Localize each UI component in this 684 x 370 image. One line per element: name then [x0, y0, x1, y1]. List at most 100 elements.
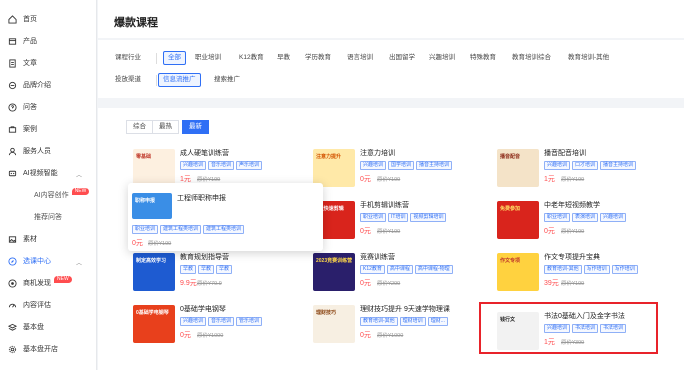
- sidebar-item-14[interactable]: 内容评估: [0, 294, 96, 316]
- filter-chip[interactable]: 职业培训: [190, 51, 226, 65]
- course-tag[interactable]: 早教: [216, 265, 233, 274]
- course-title: 工程师职称申报: [177, 195, 226, 202]
- sidebar-item-15[interactable]: 基本盘: [0, 316, 96, 338]
- filter-label: 课程行业: [115, 54, 141, 61]
- filter-chip[interactable]: 教育培训综合: [507, 51, 556, 65]
- course-tag[interactable]: 兴趣培训: [544, 324, 571, 333]
- course-tag[interactable]: 教育培训-其他: [544, 265, 582, 274]
- hover-course-card[interactable]: 职称申报 工程师职称申报 职业培训 建筑工程类培训 建筑工程类培训 0元 原价¥199: [128, 183, 323, 251]
- channel-chip[interactable]: 信息流推广: [158, 73, 201, 87]
- course-card[interactable]: 制定高效学习 教育规划指导营 早教 早教 早教 9.9元 原价¥79.9: [133, 251, 291, 299]
- case-icon: [8, 125, 17, 134]
- course-tag[interactable]: 兴趣培训: [180, 317, 207, 326]
- course-tag[interactable]: 管乐培训: [236, 317, 263, 326]
- course-tag[interactable]: 兴趣培训: [544, 161, 571, 170]
- course-tag[interactable]: 播音主持培训: [600, 161, 637, 170]
- course-tag[interactable]: 建筑工程类培训: [203, 225, 245, 234]
- sidebar-item-2[interactable]: 产品: [0, 30, 96, 52]
- thumbnail-text: 零基础: [136, 154, 152, 160]
- course-tag[interactable]: 书法培训: [572, 324, 599, 333]
- sidebar-item-8[interactable]: AI视频智能 ︿: [0, 162, 96, 184]
- chevron-up-icon[interactable]: ︿: [76, 258, 82, 267]
- original-price: 原价¥399: [561, 340, 585, 346]
- course-tag[interactable]: 兴趣培训: [600, 213, 627, 222]
- original-price: 原价¥299: [377, 281, 401, 287]
- course-tags: 职业培训 IT培训 视频剪辑培训: [360, 213, 447, 222]
- course-card[interactable]: 理财技巧 理财技巧提升 9天速学物理课 教育培训-其他 理财培训 理财... 0元 原价¥1…: [313, 303, 471, 351]
- course-tags: 兴趣培训 书法培训 书法培训: [544, 324, 627, 333]
- original-price: 原价¥199: [197, 177, 221, 183]
- course-tag[interactable]: 理财...: [427, 317, 448, 326]
- sort-tab[interactable]: 综合: [126, 120, 153, 134]
- course-tag[interactable]: 国学培训: [388, 161, 415, 170]
- sort-tab[interactable]: 最新: [182, 120, 209, 134]
- course-thumbnail: 作文专项: [497, 253, 539, 291]
- user-icon: [8, 147, 17, 156]
- course-tag[interactable]: 教育培训-其他: [360, 317, 398, 326]
- filter-chip[interactable]: 教育培训-其他: [563, 51, 614, 65]
- course-tag[interactable]: 书法培训: [600, 324, 627, 333]
- sidebar-item-label: 案例: [23, 126, 37, 133]
- course-tag[interactable]: 播音主持培训: [416, 161, 453, 170]
- course-tag[interactable]: 职业培训: [360, 213, 387, 222]
- sidebar-item-16[interactable]: 基本盘开店: [0, 338, 96, 360]
- sidebar-item-12[interactable]: 选课中心 ︿: [0, 250, 96, 272]
- original-price: 原价¥1000: [377, 333, 404, 339]
- sidebar-item-5[interactable]: 问答: [0, 96, 96, 118]
- sidebar: 首页 产品 文章 品牌介绍 问答案例服务人员 AI视频智能 ︿ AI内容创作 NEW 推荐问答 素材…: [0, 0, 97, 370]
- course-tag[interactable]: 写作培训: [611, 265, 638, 274]
- course-tag[interactable]: 早教: [198, 265, 215, 274]
- course-tag[interactable]: 早教: [180, 265, 197, 274]
- filter-chip[interactable]: 兴趣培训: [424, 51, 460, 65]
- course-tag[interactable]: 口才培训: [572, 161, 599, 170]
- sidebar-item-11[interactable]: 素材: [0, 228, 96, 250]
- filter-chip[interactable]: 出国留学: [384, 51, 420, 65]
- course-card[interactable]: 2023竞赛训练营 竞赛训练营 K12教育 高中课程 高中课程-物理 0元 原价¥299: [313, 251, 471, 299]
- course-card[interactable]: 0基础学电钢琴 0基础学电钢琴 兴趣培训 音乐培训 管乐培训 0元 原价¥1000: [133, 303, 291, 351]
- course-thumbnail: 免费参加: [497, 201, 539, 239]
- course-tag[interactable]: IT培训: [388, 213, 409, 222]
- sidebar-item-4[interactable]: 品牌介绍: [0, 74, 96, 96]
- course-tag[interactable]: 声乐培训: [236, 161, 263, 170]
- course-tag[interactable]: 视频剪辑培训: [410, 213, 447, 222]
- course-card[interactable]: 作文专项 作文专项提升宝典 教育培训-其他 写作培训 写作培训 39元 原价¥199: [497, 251, 655, 299]
- course-tag[interactable]: 写作培训: [583, 265, 610, 274]
- course-card[interactable]: 注意力提升 注意力培训 兴趣培训 国学培训 播音主持培训 0元 原价¥199: [313, 147, 471, 195]
- course-tag[interactable]: 职业培训: [132, 225, 159, 234]
- course-price: 0元: [360, 332, 371, 339]
- course-tag[interactable]: 高中课程: [386, 265, 413, 274]
- course-tag[interactable]: 兴趣培训: [360, 161, 387, 170]
- original-price: 原价¥79.9: [197, 281, 222, 287]
- thumbnail-text: 0基础学电钢琴: [136, 310, 169, 316]
- sidebar-item-10[interactable]: 推荐问答: [0, 206, 96, 228]
- filter-chip[interactable]: 早教: [272, 51, 295, 65]
- sidebar-item-1[interactable]: 首页: [0, 8, 96, 30]
- chevron-up-icon[interactable]: ︿: [76, 170, 82, 179]
- filter-chip[interactable]: 语言培训: [342, 51, 378, 65]
- course-tag[interactable]: 职业培训: [544, 213, 571, 222]
- sort-tab[interactable]: 最热: [152, 120, 179, 134]
- filter-chip[interactable]: 学历教育: [300, 51, 336, 65]
- course-tag[interactable]: 表演培训: [572, 213, 599, 222]
- course-tag[interactable]: 理财培训: [399, 317, 426, 326]
- sidebar-item-9[interactable]: AI内容创作 NEW: [0, 184, 96, 206]
- filter-chip[interactable]: K12教育: [234, 51, 269, 65]
- sidebar-item-7[interactable]: 服务人员: [0, 140, 96, 162]
- course-tag[interactable]: K12教育: [360, 265, 385, 274]
- sidebar-item-13[interactable]: 商机发现 NEW: [0, 272, 96, 294]
- channel-chip[interactable]: 搜索推广: [209, 73, 245, 87]
- course-tag[interactable]: 建筑工程类培训: [160, 225, 202, 234]
- sidebar-item-6[interactable]: 案例: [0, 118, 96, 140]
- course-thumbnail: 零基础: [133, 149, 175, 187]
- filter-chip[interactable]: 特殊教育: [465, 51, 501, 65]
- filter-chip[interactable]: 全部: [163, 51, 186, 65]
- course-tag[interactable]: 音乐培训: [208, 161, 235, 170]
- course-tag[interactable]: 兴趣培训: [180, 161, 207, 170]
- course-card[interactable]: 5天快速剪辑 手机剪辑训练营 职业培训 IT培训 视频剪辑培训 0元 原价¥199: [313, 199, 471, 247]
- course-card[interactable]: 播音配音 播音配音培训 兴趣培训 口才培训 播音主持培训 1元 原价¥199: [497, 147, 655, 195]
- sidebar-item-3[interactable]: 文章: [0, 52, 96, 74]
- course-card[interactable]: 免费参加 中老年短视频教学 职业培训 表演培训 兴趣培训 0元 原价¥199: [497, 199, 655, 247]
- course-card[interactable]: 钱行文 书法0基础入门及金字书法 兴趣培训 书法培训 书法培训 1元 原价¥399: [497, 310, 655, 358]
- course-tag[interactable]: 音乐培训: [208, 317, 235, 326]
- course-tag[interactable]: 高中课程-物理: [414, 265, 453, 274]
